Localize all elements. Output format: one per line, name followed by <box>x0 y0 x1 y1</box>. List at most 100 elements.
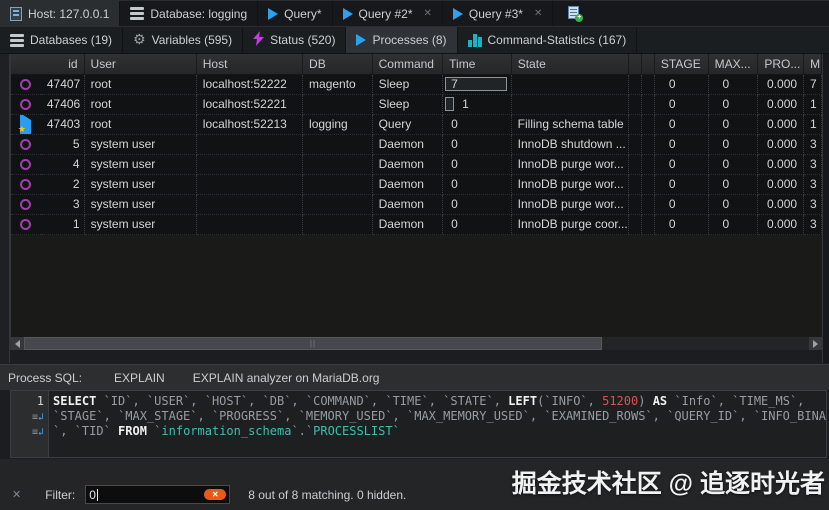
sleep-process-icon <box>20 159 31 170</box>
sub-tab-4[interactable]: Command-Statistics (167) <box>458 27 638 53</box>
sql-token: ) <box>638 394 652 408</box>
sleep-process-icon <box>20 179 31 190</box>
row-0-cell-6: 7 <box>443 75 512 95</box>
row-1-cell-1: 47406 <box>41 95 85 115</box>
row-6-cell-0 <box>11 195 41 215</box>
lightning-icon <box>253 31 264 49</box>
sleep-process-icon <box>20 199 31 210</box>
column-header-DB[interactable]: DB <box>303 54 373 75</box>
row-1-cell-6: 1 <box>443 95 512 115</box>
column-header-State[interactable]: State <box>512 54 629 75</box>
new-query-tab-icon[interactable]: + <box>567 6 582 21</box>
row-4-cell-2: system user <box>85 155 197 175</box>
sleep-process-icon <box>20 79 31 90</box>
editor-code[interactable]: SELECT `ID`, `USER`, `HOST`, `DB`, `COMM… <box>49 391 826 457</box>
column-header-id[interactable]: id <box>11 54 85 75</box>
horizontal-scrollbar[interactable]: || <box>11 337 822 350</box>
column-header-User[interactable]: User <box>85 54 197 75</box>
table-row[interactable]: 3system userDaemon0InnoDB purge wor...00… <box>11 195 822 215</box>
row-0-cell-7 <box>512 75 629 95</box>
row-5-cell-6: 0 <box>443 175 512 195</box>
row-1-cell-11: 0 <box>709 95 759 115</box>
sql-token: LEFT <box>508 394 537 408</box>
clear-filter-icon[interactable]: ✕ <box>12 488 21 501</box>
sub-tab-0[interactable]: Databases (19) <box>0 27 123 53</box>
sub-tab-1[interactable]: ⚙Variables (595) <box>123 27 243 53</box>
main-tab-3[interactable]: Query #2*✕ <box>333 1 443 26</box>
filter-label: Filter: <box>45 488 75 502</box>
table-row[interactable]: 4system userDaemon0InnoDB purge wor...00… <box>11 155 822 175</box>
row-3-cell-6: 0 <box>443 135 512 155</box>
sql-token: `ID`, `USER`, `HOST`, `DB`, `COMMAND`, `… <box>96 394 508 408</box>
row-6-cell-8 <box>629 195 642 215</box>
scroll-right-button[interactable] <box>809 337 822 350</box>
column-header-MAX...[interactable]: MAX... <box>709 54 759 75</box>
column-header-Time[interactable]: Time <box>443 54 512 75</box>
sql-editor[interactable]: 1≡↲≡↲ SELECT `ID`, `USER`, `HOST`, `DB`,… <box>10 390 827 458</box>
close-icon[interactable]: ✕ <box>534 8 542 19</box>
sql-line-2: `, `TID` FROM `information_schema`.`PROC… <box>53 424 826 439</box>
row-1-cell-7 <box>512 95 629 115</box>
tab-label: Variables (595) <box>152 33 232 47</box>
row-2-cell-12: 0.000 <box>758 115 804 135</box>
sleep-process-icon <box>20 139 31 150</box>
row-6-cell-2: system user <box>85 195 197 215</box>
column-header-PRO...[interactable]: PRO... <box>758 54 804 75</box>
row-2-cell-8 <box>629 115 642 135</box>
table-row[interactable]: 1system userDaemon0InnoDB purge coor...0… <box>11 215 822 235</box>
row-1-cell-13: 1 <box>804 95 822 115</box>
tab-label: Database: logging <box>150 7 247 21</box>
column-header-STAGE[interactable]: STAGE <box>655 54 709 75</box>
main-tab-2[interactable]: Query* <box>258 1 332 26</box>
table-row[interactable]: 5system userDaemon0InnoDB shutdown ...00… <box>11 135 822 155</box>
row-0-cell-3: localhost:52222 <box>197 75 303 95</box>
explain-analyzer-link[interactable]: EXPLAIN analyzer on MariaDB.org <box>193 371 380 385</box>
sub-tab-3[interactable]: Processes (8) <box>346 27 457 53</box>
column-header-blank-7[interactable] <box>629 54 642 75</box>
table-row[interactable]: 2system userDaemon0InnoDB purge wor...00… <box>11 175 822 195</box>
row-5-cell-1: 2 <box>41 175 85 195</box>
row-3-cell-2: system user <box>85 135 197 155</box>
row-7-cell-5: Daemon <box>373 215 444 235</box>
tab-label: Query #3* <box>469 7 523 21</box>
row-1-cell-12: 0.000 <box>758 95 804 115</box>
row-2-cell-6: 0 <box>443 115 512 135</box>
filter-clear-button[interactable]: ✕ <box>204 489 226 500</box>
close-icon[interactable]: ✕ <box>424 8 432 19</box>
table-row[interactable]: 47406rootlocalhost:52221Sleep1000.0001 <box>11 95 822 115</box>
sql-token: ` <box>147 424 161 438</box>
time-value: 7 <box>449 77 458 91</box>
table-row[interactable]: ★47403rootlocalhost:52213loggingQuery0Fi… <box>11 115 822 135</box>
tab-label: Host: 127.0.0.1 <box>28 7 109 21</box>
play-icon <box>268 8 278 20</box>
row-6-cell-13: 3 <box>804 195 822 215</box>
table-row[interactable]: 47407rootlocalhost:52222magentoSleep7000… <box>11 75 822 95</box>
row-6-cell-10: 0 <box>655 195 709 215</box>
row-2-cell-4: logging <box>303 115 373 135</box>
row-4-cell-7: InnoDB purge wor... <box>512 155 629 175</box>
main-tab-0[interactable]: Host: 127.0.0.1 <box>0 1 120 26</box>
time-value: 1 <box>449 97 469 111</box>
explain-link[interactable]: EXPLAIN <box>114 371 165 385</box>
main-tab-4[interactable]: Query #3* ✕ <box>443 1 553 26</box>
grid-scrollbar-right[interactable] <box>822 54 829 363</box>
sql-token: FROM <box>118 424 147 438</box>
tab-label: Databases (19) <box>30 33 112 47</box>
column-header-Host[interactable]: Host <box>197 54 303 75</box>
main-tab-1[interactable]: Database: logging <box>120 1 258 26</box>
row-1-cell-5: Sleep <box>373 95 444 115</box>
row-5-cell-4 <box>303 175 373 195</box>
filter-input[interactable]: 0 ✕ <box>85 485 230 504</box>
sql-token: information_schema <box>161 424 291 438</box>
column-header-blank-8[interactable] <box>642 54 655 75</box>
column-header-Command[interactable]: Command <box>373 54 444 75</box>
row-3-cell-0 <box>11 135 41 155</box>
sql-token: AS <box>653 394 667 408</box>
row-2-cell-11: 0 <box>709 115 759 135</box>
scrollbar-thumb[interactable]: || <box>24 337 602 350</box>
column-header-M[interactable]: M <box>804 54 822 75</box>
row-0-cell-0 <box>11 75 41 95</box>
sub-tab-2[interactable]: Status (520) <box>243 27 346 53</box>
scroll-left-button[interactable] <box>11 337 24 350</box>
editor-gutter: 1≡↲≡↲ <box>11 391 49 457</box>
